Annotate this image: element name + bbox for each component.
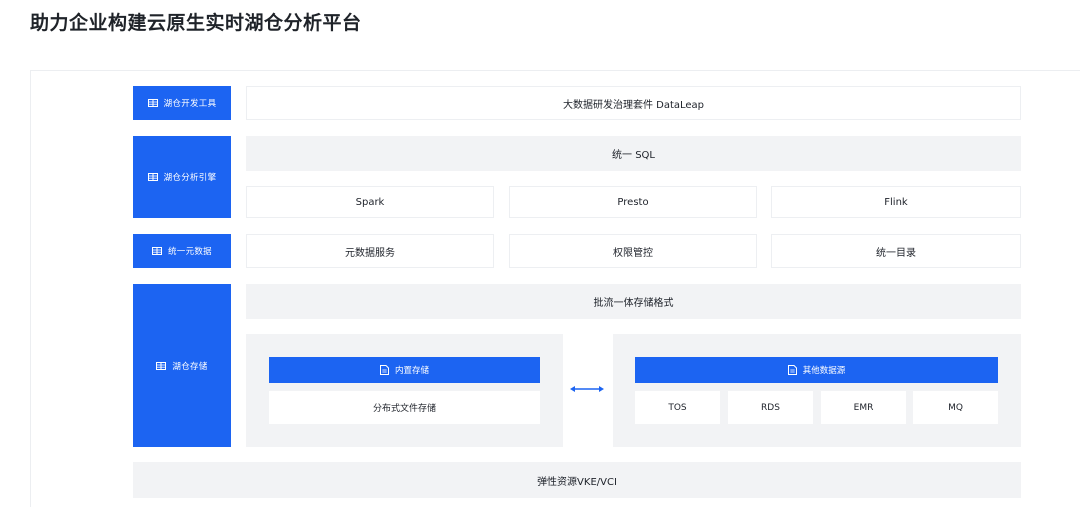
table-icon — [147, 99, 158, 107]
builtin-storage-title: 内置存储 — [394, 366, 429, 376]
page-title: 助力企业构建云原生实时湖仓分析平台 — [30, 12, 362, 34]
dataleap-block: 大数据研发治理套件 DataLeap — [246, 86, 1021, 120]
unified-sql-block: 统一 SQL — [246, 136, 1021, 171]
other-sources-header: 其他数据源 — [635, 357, 998, 383]
source-rds: RDS — [728, 391, 813, 424]
document-icon — [787, 365, 797, 375]
side-label-metadata: 统一元数据 — [133, 234, 231, 268]
table-icon — [156, 361, 167, 370]
builtin-storage-header: 内置存储 — [269, 357, 540, 383]
side-label-dev-tools: 湖仓开发工具 — [133, 86, 231, 120]
engine-spark: Spark — [246, 186, 494, 218]
metadata-service: 元数据服务 — [246, 234, 494, 268]
side-label-text: 湖仓存储 — [172, 361, 208, 372]
permission-control: 权限管控 — [509, 234, 757, 268]
side-label-text: 湖仓开发工具 — [163, 99, 217, 109]
storage-format-block: 批流一体存储格式 — [246, 284, 1021, 319]
engine-flink: Flink — [771, 186, 1021, 218]
unified-catalog: 统一目录 — [771, 234, 1021, 268]
side-label-text: 湖仓分析引擎 — [163, 173, 217, 183]
side-label-storage: 湖仓存储 — [133, 284, 231, 447]
elastic-resources-block: 弹性资源VKE/VCI — [133, 462, 1021, 498]
table-icon — [151, 247, 162, 255]
table-icon — [147, 173, 158, 181]
distributed-file-storage: 分布式文件存储 — [269, 391, 540, 424]
source-emr: EMR — [821, 391, 906, 424]
other-sources-title: 其他数据源 — [802, 366, 846, 376]
side-label-text: 统一元数据 — [167, 247, 212, 257]
source-mq: MQ — [913, 391, 998, 424]
source-tos: TOS — [635, 391, 720, 424]
engine-presto: Presto — [509, 186, 757, 218]
side-label-analysis-engine: 湖仓分析引擎 — [133, 136, 231, 218]
double-arrow-icon — [570, 386, 604, 392]
document-icon — [379, 365, 389, 375]
